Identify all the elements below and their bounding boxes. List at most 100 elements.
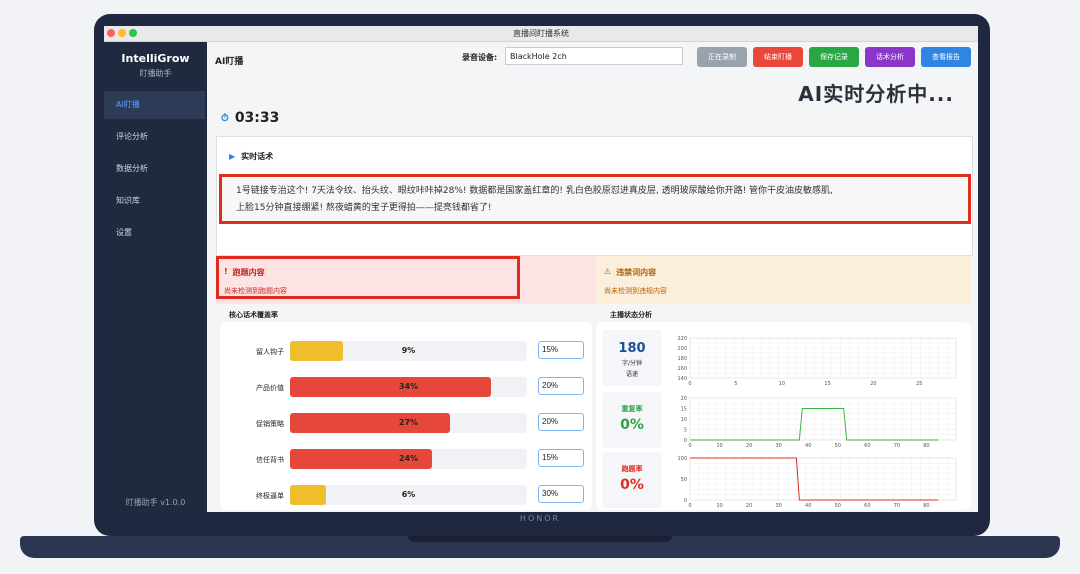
transcript-line-1: 1号链接专治这个! 7天法令纹、抬头纹、眼纹咔咔掉28%! 数据都是国家盖红章的… bbox=[236, 186, 833, 196]
sidebar-item-comment-analysis[interactable]: 评论分析 bbox=[104, 123, 205, 151]
speed-value: 180 bbox=[618, 341, 646, 356]
window-controls bbox=[107, 29, 137, 37]
coverage-bar-track: 24% bbox=[290, 449, 527, 469]
x-tick-label: 50 bbox=[835, 443, 841, 449]
app-version: 盯播助手 v1.0.0 bbox=[125, 498, 186, 507]
offtopic-alert-title: 跑题内容 bbox=[232, 268, 265, 277]
x-tick-label: 0 bbox=[688, 381, 691, 387]
coverage-label: 终极逼单 bbox=[256, 492, 284, 500]
live-script-panel: ▶ 实时话术 1号链接专治这个! 7天法令纹、抬头纹、眼纹咔咔掉28%! 数据都… bbox=[216, 136, 973, 256]
y-tick-label: 220 bbox=[677, 336, 687, 342]
coverage-section-title: 核心话术覆盖率 bbox=[229, 311, 278, 319]
live-script-toggle[interactable]: ▶ 实时话术 bbox=[229, 151, 273, 162]
expand-triangle-icon: ▶ bbox=[229, 152, 236, 161]
x-tick-label: 20 bbox=[746, 503, 752, 509]
save-record-button[interactable]: 保存记录 bbox=[809, 47, 859, 67]
x-tick-label: 60 bbox=[864, 503, 870, 509]
speech-speed-metric: 180 字/分钟 语速 bbox=[602, 330, 662, 386]
violation-alert-message: 尚未检测到违规内容 bbox=[604, 287, 667, 295]
y-tick-label: 200 bbox=[677, 346, 687, 352]
app-window: 直播间盯播系统 IntelliGrow 盯播助手 AI盯播 评论分析 数据分析 … bbox=[104, 26, 978, 512]
transcript-line-2: 上脸15分钟直接绷紧! 熬夜蜡黄的宝子更得拍——提亮钱都省了! bbox=[236, 203, 492, 213]
y-tick-label: 160 bbox=[677, 366, 687, 372]
live-script-title: 实时话术 bbox=[241, 152, 274, 161]
x-tick-label: 70 bbox=[894, 443, 900, 449]
x-tick-label: 80 bbox=[923, 443, 929, 449]
coverage-row-closing: 终极逼单 6% bbox=[220, 484, 592, 506]
x-tick-label: 15 bbox=[824, 381, 830, 387]
y-tick-label: 180 bbox=[677, 356, 687, 362]
y-tick-label: 20 bbox=[681, 396, 687, 402]
page-title: AI盯播 bbox=[215, 57, 244, 67]
anchor-status-card: 180 字/分钟 语速 重复率 0% 跑题率 0% 220 200 180 160 14… bbox=[596, 322, 971, 510]
sidebar-item-data-analysis[interactable]: 数据分析 bbox=[104, 155, 205, 183]
coverage-target-input[interactable] bbox=[538, 449, 584, 467]
coverage-bar-track: 27% bbox=[290, 413, 527, 433]
view-report-button[interactable]: 查看报告 bbox=[921, 47, 971, 67]
coverage-target-input[interactable] bbox=[538, 413, 584, 431]
stopwatch-icon: ⏱ bbox=[221, 112, 229, 124]
stop-monitor-button[interactable]: 结束盯播 bbox=[753, 47, 803, 67]
y-tick-label: 140 bbox=[677, 376, 687, 382]
title-bar: 直播间盯播系统 bbox=[104, 26, 978, 42]
script-analysis-button[interactable]: 话术分析 bbox=[865, 47, 915, 67]
coverage-bar-track: 9% bbox=[290, 341, 527, 361]
warning-triangle-icon: ⚠ bbox=[604, 267, 612, 276]
device-label: 录音设备: bbox=[462, 53, 498, 62]
repeat-rate-label: 重复率 bbox=[621, 405, 643, 413]
x-tick-label: 0 bbox=[688, 503, 691, 509]
coverage-percent: 34% bbox=[398, 382, 419, 391]
coverage-target-input[interactable] bbox=[538, 377, 584, 395]
maximize-window-button[interactable] bbox=[129, 29, 137, 37]
minimize-window-button[interactable] bbox=[118, 29, 126, 37]
sidebar-nav: AI盯播 评论分析 数据分析 知识库 设置 bbox=[104, 91, 207, 247]
speed-unit: 字/分钟 bbox=[621, 360, 643, 367]
y-tick-label: 100 bbox=[677, 456, 687, 462]
offtopic-alert-message: 尚未检测到跑题内容 bbox=[224, 287, 287, 295]
laptop-notch bbox=[408, 536, 672, 542]
x-tick-label: 30 bbox=[775, 443, 781, 449]
x-tick-label: 10 bbox=[779, 381, 785, 387]
coverage-bar-track: 6% bbox=[290, 485, 527, 505]
x-tick-label: 10 bbox=[716, 443, 722, 449]
coverage-label: 留人钩子 bbox=[256, 348, 284, 356]
coverage-bar-track: 34% bbox=[290, 377, 527, 397]
recording-device-field[interactable] bbox=[505, 47, 683, 65]
violation-alert-title: 违禁词内容 bbox=[616, 268, 657, 277]
sidebar-item-knowledge-base[interactable]: 知识库 bbox=[104, 187, 205, 215]
y-tick-label: 0 bbox=[684, 498, 687, 504]
sidebar: IntelliGrow 盯播助手 AI盯播 评论分析 数据分析 知识库 设置 盯… bbox=[104, 42, 207, 512]
offtopic-rate-label: 跑题率 bbox=[621, 465, 643, 473]
coverage-target-input[interactable] bbox=[538, 485, 584, 503]
coverage-label: 信任背书 bbox=[256, 456, 284, 464]
coverage-percent: 6% bbox=[401, 490, 416, 499]
sidebar-item-ai-monitor[interactable]: AI盯播 bbox=[104, 91, 205, 119]
coverage-label: 促销策略 bbox=[256, 420, 284, 428]
coverage-row-trust: 信任背书 24% bbox=[220, 448, 592, 470]
exclamation-icon: ! bbox=[224, 267, 228, 276]
device-brand: HONOR bbox=[519, 514, 561, 523]
sidebar-item-settings[interactable]: 设置 bbox=[104, 219, 205, 247]
x-tick-label: 40 bbox=[805, 503, 811, 509]
repeat-rate-line-chart: 201510500 10 20 30 40 50 60 70 80 bbox=[681, 396, 957, 449]
brand: IntelliGrow 盯播助手 bbox=[104, 42, 207, 79]
coverage-label: 产品价值 bbox=[256, 384, 284, 392]
y-tick-label: 0 bbox=[684, 438, 687, 444]
x-tick-label: 30 bbox=[775, 503, 781, 509]
coverage-row-hook: 留人钩子 9% bbox=[220, 340, 592, 362]
coverage-row-promotion: 促销策略 27% bbox=[220, 412, 592, 434]
repeat-rate-value: 0% bbox=[620, 417, 644, 433]
y-tick-label: 5 bbox=[684, 428, 687, 434]
recording-status-button[interactable]: 正在录制 bbox=[697, 47, 747, 67]
x-tick-label: 5 bbox=[734, 381, 737, 387]
y-tick-label: 50 bbox=[681, 477, 687, 483]
offtopic-rate-value: 0% bbox=[620, 477, 644, 493]
coverage-card: 留人钩子 9% 产品价值 34% 促销策略 27% bbox=[220, 322, 592, 510]
offtopic-alert: ! 跑题内容 尚未检测到跑题内容 bbox=[216, 256, 596, 304]
coverage-target-input[interactable] bbox=[538, 341, 584, 359]
x-tick-label: 40 bbox=[805, 443, 811, 449]
x-tick-label: 10 bbox=[716, 503, 722, 509]
offtopic-rate-line-chart: 100 50 00 10 20 30 40 50 60 70 80 bbox=[677, 456, 957, 509]
x-tick-label: 60 bbox=[864, 443, 870, 449]
close-window-button[interactable] bbox=[107, 29, 115, 37]
